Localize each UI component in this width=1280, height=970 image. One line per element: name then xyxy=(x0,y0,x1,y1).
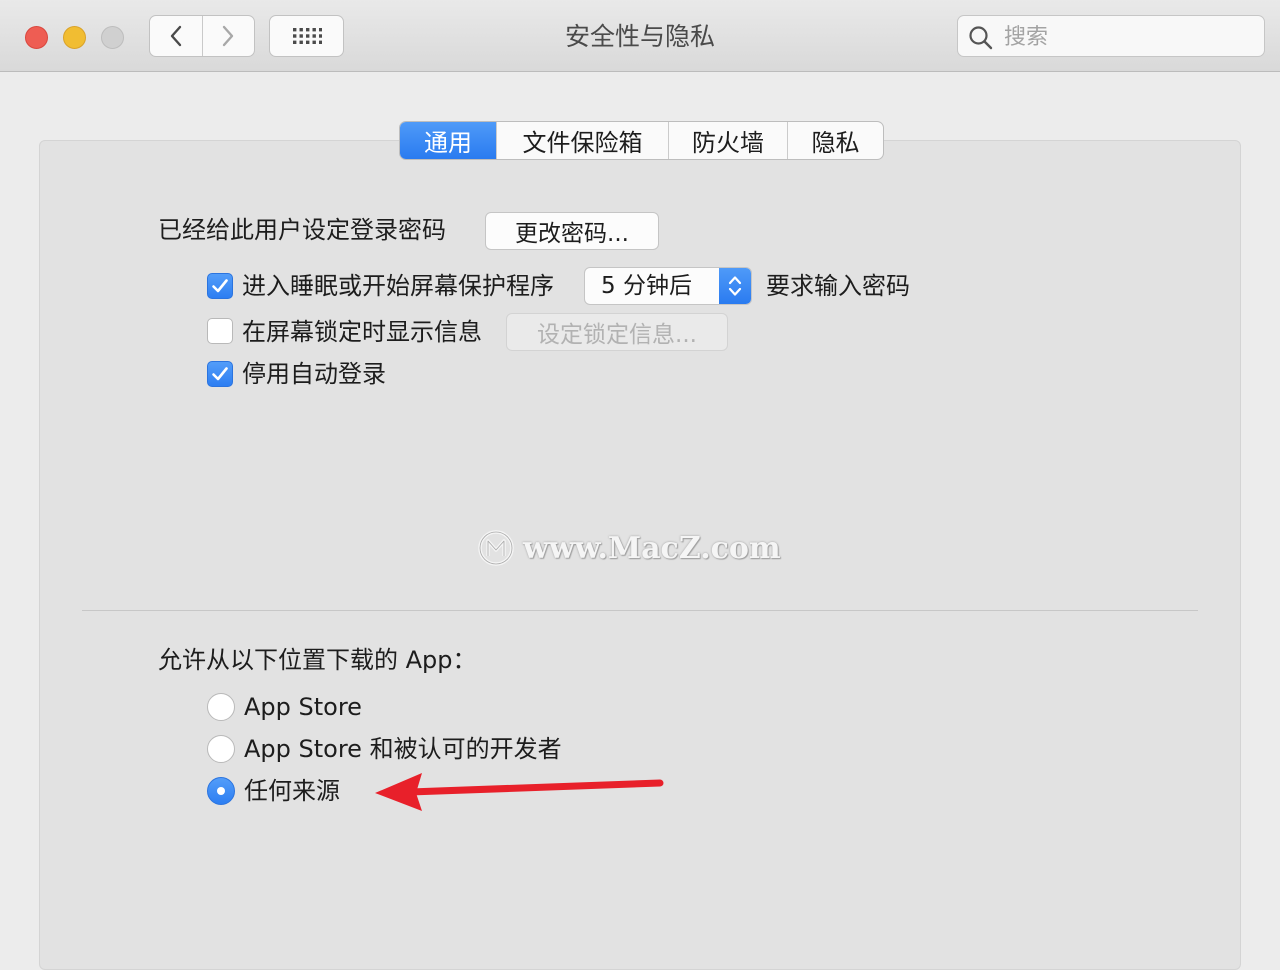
section-divider xyxy=(82,610,1198,611)
navigation-buttons xyxy=(149,15,255,57)
radio-identified-developers[interactable] xyxy=(207,735,235,763)
tab-bar: 通用 文件保险箱 防火墙 隐私 xyxy=(399,121,884,160)
radio-identified-developers-label: App Store 和被认可的开发者 xyxy=(244,735,562,763)
require-password-checkbox[interactable] xyxy=(207,273,233,299)
back-button[interactable] xyxy=(150,16,202,56)
disable-auto-login-checkbox[interactable] xyxy=(207,361,233,387)
downloads-heading: 允许从以下位置下载的 App： xyxy=(158,646,477,674)
checkmark-icon xyxy=(212,279,228,293)
watermark-text: www.MacZ.com xyxy=(523,530,781,566)
grid-icon xyxy=(292,28,322,44)
tab-filevault[interactable]: 文件保险箱 xyxy=(496,122,668,159)
search-icon xyxy=(969,26,993,50)
close-window-button[interactable] xyxy=(25,26,48,49)
window-title: 安全性与隐私 xyxy=(564,22,715,51)
disable-auto-login-label: 停用自动登录 xyxy=(242,360,386,388)
checkmark-icon xyxy=(212,367,228,381)
tab-privacy[interactable]: 隐私 xyxy=(787,122,883,159)
title-bar: 安全性与隐私 xyxy=(0,0,1280,72)
macz-logo-icon xyxy=(478,530,514,566)
lock-message-label: 在屏幕锁定时显示信息 xyxy=(242,318,482,346)
change-password-button[interactable]: 更改密码... xyxy=(485,212,659,250)
require-password-label: 进入睡眠或开始屏幕保护程序 xyxy=(242,272,554,300)
password-set-label: 已经给此用户设定登录密码 xyxy=(158,216,446,244)
tab-general[interactable]: 通用 xyxy=(400,122,496,159)
radio-app-store-label: App Store xyxy=(244,693,362,721)
zoom-window-button[interactable] xyxy=(101,26,124,49)
minimize-window-button[interactable] xyxy=(63,26,86,49)
set-lock-message-button[interactable]: 设定锁定信息... xyxy=(506,313,728,351)
password-delay-select[interactable]: 5 分钟后 xyxy=(584,267,752,305)
tab-firewall[interactable]: 防火墙 xyxy=(668,122,787,159)
lock-message-checkbox[interactable] xyxy=(207,318,233,344)
search-field[interactable] xyxy=(957,15,1265,57)
forward-button[interactable] xyxy=(201,16,255,56)
require-password-suffix: 要求输入密码 xyxy=(766,272,910,300)
radio-anywhere[interactable] xyxy=(207,777,235,805)
chevron-left-icon xyxy=(170,25,181,47)
chevron-right-icon xyxy=(223,25,234,47)
watermark: www.MacZ.com xyxy=(477,529,781,567)
radio-app-store[interactable] xyxy=(207,693,235,721)
select-arrows-icon xyxy=(719,268,751,304)
password-delay-value: 5 分钟后 xyxy=(601,273,692,299)
radio-anywhere-label: 任何来源 xyxy=(244,777,340,805)
annotation-arrow xyxy=(375,773,664,811)
show-all-button[interactable] xyxy=(269,15,344,57)
search-input[interactable] xyxy=(1002,22,1256,52)
